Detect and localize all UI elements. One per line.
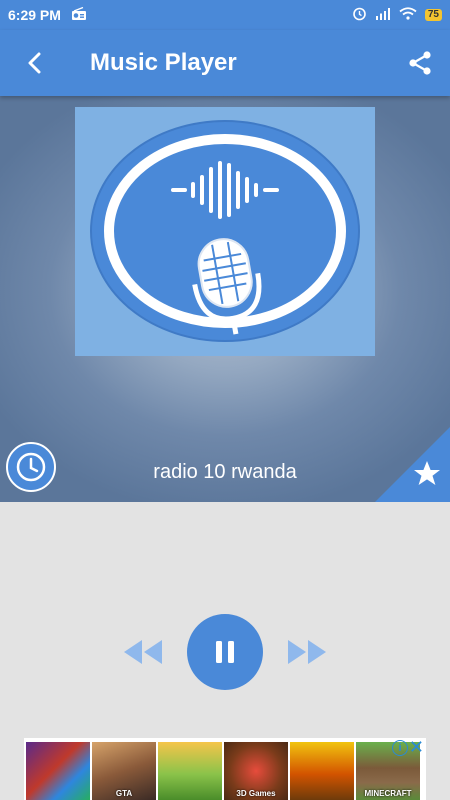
share-button[interactable] (390, 30, 450, 96)
status-time: 6:29 PM (8, 7, 61, 23)
wifi-icon (399, 7, 417, 23)
rewind-icon (124, 640, 162, 664)
now-playing-panel: radio 10 rwanda (0, 96, 450, 502)
status-bar: 6:29 PM 75 (0, 0, 450, 30)
microphone-logo-icon (90, 120, 360, 342)
ad-tile-temple[interactable] (290, 742, 354, 800)
favorite-button[interactable] (375, 427, 450, 502)
signal-icon (375, 7, 391, 23)
ad-tile-candy[interactable] (26, 742, 90, 800)
playback-controls (0, 614, 450, 692)
page-title: Music Player (90, 49, 237, 76)
battery-indicator: 75 (424, 9, 442, 21)
share-icon (409, 51, 431, 75)
fast-forward-icon (288, 640, 326, 664)
radio-notification-icon (71, 6, 87, 24)
ad-tile-fruit[interactable]: 3D Games (224, 742, 288, 800)
ad-info-icon[interactable]: i (392, 740, 408, 756)
alarm-icon (352, 6, 367, 24)
app-bar: Music Player (0, 30, 450, 96)
ad-tile-swamp[interactable] (158, 742, 222, 800)
pause-icon (216, 641, 234, 663)
chevron-left-icon (28, 52, 41, 74)
back-button[interactable] (0, 30, 70, 96)
pause-button[interactable] (187, 614, 263, 690)
station-artwork (75, 107, 375, 356)
fast-forward-button[interactable] (286, 636, 328, 668)
ad-banner[interactable]: GTA 3D Games MINECRAFT i ✕ (24, 738, 426, 800)
rewind-button[interactable] (122, 636, 164, 668)
ad-tile-gta[interactable]: GTA (92, 742, 156, 800)
ad-close-icon[interactable]: ✕ (409, 738, 424, 756)
